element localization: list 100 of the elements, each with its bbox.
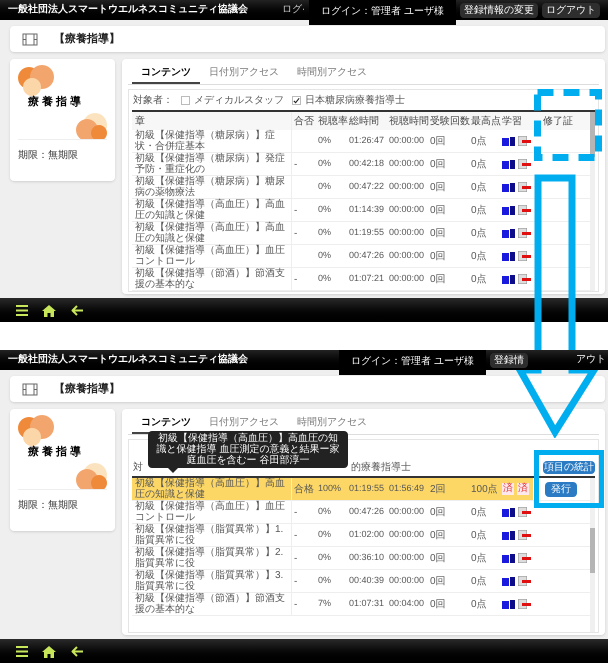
- checkbox[interactable]: [292, 96, 301, 104]
- table-cell-text: 初級【保健指導（脂質異常）】2. 脂質異常に役: [135, 547, 284, 569]
- column-header: 修了証: [543, 114, 573, 128]
- stats-button[interactable]: 項目の統計: [543, 461, 595, 474]
- tooltip: 初級【保健指導（高血圧）】高血圧の知識と保健指導 血圧測定の意義と結果ー家庭血圧を含むー 谷田部淳一: [148, 431, 348, 468]
- table-cell-text: -: [294, 506, 298, 520]
- table-cell-text: 00:36:10: [349, 551, 384, 564]
- done-stamp: 済: [517, 483, 529, 495]
- table-cell-text: 0回: [430, 506, 446, 520]
- table-cell-text: 初級【保健指導（節酒）】節酒支援の基本的な: [135, 268, 286, 290]
- table-cell-text: 01:26:47: [349, 134, 384, 148]
- column-header: 視聴時間: [389, 114, 429, 128]
- login-status: ログイン：管理者 ユーザ様: [309, 0, 456, 25]
- table-cell-text: 初級【保健指導（高血圧）】高血圧の知識と保健: [135, 199, 286, 221]
- tab[interactable]: コンテンツ: [132, 63, 200, 84]
- back-arrow-icon: [70, 304, 84, 316]
- scrollbar[interactable]: [590, 478, 595, 632]
- logo-text: 療養指導: [27, 446, 85, 459]
- table-cell-text: 0%: [318, 203, 332, 216]
- table-cell-text: 初級【保健指導（高血圧）】血圧コントロール: [135, 501, 286, 523]
- table-row[interactable]: 初級【保健指導（高血圧）】血圧コントロール 0% 00:47:26 00:00:00 0回 0点: [132, 245, 533, 267]
- table-cell-text: 0回: [430, 180, 446, 194]
- check-icon: [293, 96, 300, 104]
- book-icon: [502, 160, 515, 168]
- period-text: 期限：無期限: [17, 148, 79, 163]
- table-cell-text: 2回: [430, 482, 446, 496]
- table-cell-text: 01:07:21: [349, 272, 384, 286]
- table-cell-text: 0%: [318, 249, 332, 262]
- tab[interactable]: 時間別アクセス: [288, 413, 376, 434]
- table-cell-text: 0回: [430, 204, 446, 218]
- header-button[interactable]: 登録情: [490, 353, 528, 368]
- table-cell-text: 0%: [318, 505, 332, 518]
- document-icon: [518, 205, 531, 215]
- document-icon: [518, 136, 531, 146]
- highlight-frame: [534, 450, 604, 508]
- table-cell-text: 0点: [471, 574, 487, 588]
- film-icon: [22, 382, 38, 396]
- course-card[interactable]: 療養指導 期限：無期限: [10, 59, 115, 181]
- table-cell-text: 00:00:00: [389, 272, 424, 286]
- scrollbar[interactable]: [590, 112, 595, 291]
- checkbox-label: メディカルスタッフ: [194, 94, 284, 106]
- site-title: 一般社団法人スマートウエルネスコミュニティ協議会: [8, 2, 248, 17]
- table-cell-text: 00:00:00: [389, 180, 424, 194]
- book-icon: [502, 576, 515, 586]
- column-header: 合否: [294, 114, 314, 128]
- table-cell-text: 0%: [318, 551, 332, 564]
- column-header: 受験回数: [430, 114, 470, 128]
- table-cell-text: 7%: [318, 597, 332, 610]
- column-header: 学習: [502, 114, 522, 128]
- header-button[interactable]: ログアウト: [542, 3, 600, 18]
- document-icon: [518, 553, 531, 563]
- table-cell-text: 01:02:00: [349, 528, 384, 542]
- table-cell-text: 0回: [430, 226, 446, 240]
- book-icon: [502, 600, 515, 608]
- column-header: 視聴率: [318, 114, 348, 128]
- table-row[interactable]: 初級【保健指導（糖尿病）】症状・合併症基本 0% 01:26:47 00:00:00 0回 0点: [132, 130, 533, 152]
- table-cell-text: 0点: [471, 250, 487, 264]
- header-button[interactable]: 登録情報の変更: [460, 3, 538, 18]
- table-cell-text: 0点: [471, 506, 487, 520]
- tab[interactable]: 時間別アクセス: [288, 63, 376, 84]
- table-cell-text: 00:00:00: [389, 574, 424, 588]
- table-row[interactable]: 初級【保健指導（脂質異常）】1. 脂質異常に役 - 0% 01:02:00 00:00:00 0回 0点: [132, 524, 533, 546]
- page-title: 【療養指導】: [54, 382, 120, 397]
- book-icon: [502, 274, 515, 284]
- table-cell-text: 初級【保健指導（糖尿病）】症状・合併症基本: [135, 130, 276, 152]
- document-icon: [518, 251, 531, 261]
- page-title: 【療養指導】: [54, 32, 120, 47]
- menu-icon: [16, 644, 28, 658]
- table-cell-text: 00:00:00: [389, 551, 424, 564]
- document-icon: [518, 182, 531, 192]
- table-cell-text: -: [294, 574, 298, 588]
- table-row[interactable]: 初級【保健指導（糖尿病）】糖尿病の薬物療法 0% 00:47:22 00:00:00 0回 0点: [132, 176, 533, 198]
- dashed-frame: [534, 89, 602, 161]
- table-cell-text: 初級【保健指導（脂質異常）】1. 脂質異常に役: [135, 524, 284, 546]
- circle-pattern-drawing: [18, 415, 54, 446]
- table-cell-text: 0点: [471, 134, 487, 148]
- table-row[interactable]: 初級【保健指導（脂質異常）】3. 脂質異常に役 - 0% 00:40:39 00:00:00 0回 0点: [132, 570, 533, 592]
- home-icon: [42, 644, 56, 658]
- tab[interactable]: 日付別アクセス: [200, 63, 288, 84]
- table-cell-text: 初級【保健指導（節酒）】節酒支援の基本的な: [135, 593, 286, 615]
- table-cell-text: 00:00:00: [389, 157, 424, 170]
- back-arrow-icon: [70, 644, 84, 658]
- checkbox[interactable]: [181, 96, 190, 104]
- circle-pattern-drawing: [18, 65, 54, 96]
- document-icon: [518, 599, 531, 609]
- tooltip-pointer: [168, 468, 178, 473]
- table-cell-text: 0点: [471, 204, 487, 218]
- table-row[interactable]: 初級【保健指導（脂質異常）】2. 脂質異常に役 - 0% 00:36:10 00:00:00 0回 0点: [132, 547, 533, 569]
- table-cell-text: 00:00:00: [389, 505, 424, 518]
- table-cell-text: 00:04:00: [389, 597, 424, 610]
- checkbox-label: 日本糖尿病療養指導士: [305, 94, 405, 106]
- table-cell-text: 0点: [471, 598, 487, 612]
- table-cell-text: 00:42:18: [349, 157, 384, 170]
- table-cell-text: 0%: [318, 226, 332, 240]
- issue-button[interactable]: 発行: [545, 482, 577, 496]
- tab[interactable]: 日付別アクセス: [200, 413, 288, 434]
- book-icon: [502, 206, 515, 214]
- table-cell-text: 0%: [318, 157, 332, 170]
- film-icon: [22, 32, 38, 46]
- course-card[interactable]: 療養指導 期限：無期限: [10, 409, 115, 531]
